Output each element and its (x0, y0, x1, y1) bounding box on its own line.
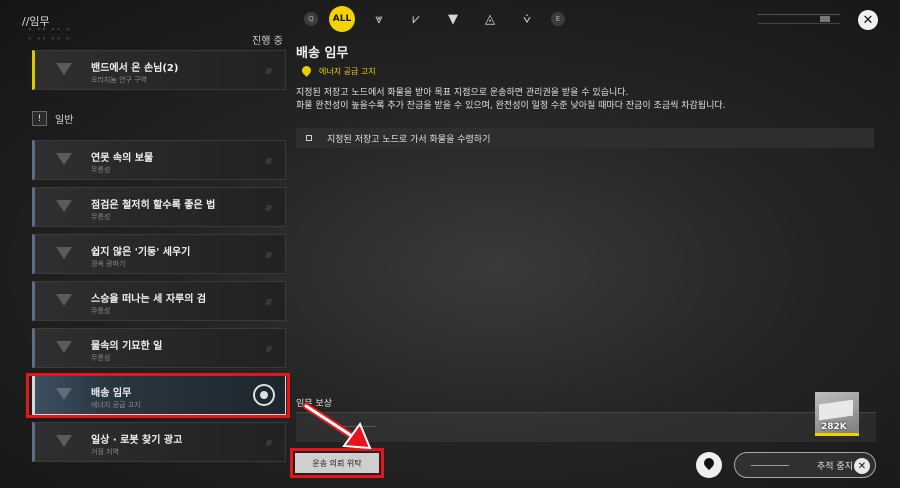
location-label: 에너지 공급 고지 (319, 67, 376, 76)
main-quest-filter-icon[interactable]: ⩔ (366, 6, 392, 32)
location-pin-icon (302, 66, 311, 77)
objective-text: 지정된 저장고 노드로 가서 화물을 수령하기 (327, 134, 491, 145)
quest-subtitle: 무릉성 (91, 307, 111, 315)
slash-deco-icon: //// (265, 157, 273, 165)
quest-emblem-icon (51, 151, 77, 169)
quest-list: 밴드에서 온 손님(2) 오리지늄 연구 구역 //// (32, 50, 286, 97)
quest-location: 에너지 공급 고지 (302, 66, 376, 77)
quest-description: 지정된 저장고 노드에서 화물을 받아 목표 지점으로 운송하면 관리권을 받을… (296, 87, 876, 113)
track-line-deco (751, 464, 789, 466)
reward-strip (296, 412, 876, 442)
quest-subtitle: 무릉성 (91, 213, 111, 221)
quest-card[interactable]: 쉽지 않은 '기둥' 세우기경옥 광파기 //// (32, 234, 286, 274)
search-icon[interactable]: Q (304, 12, 318, 26)
quest-card[interactable]: 물속의 기묘한 일무릉성 //// (32, 328, 286, 368)
description-line: 화물 완전성이 높을수록 추가 잔금을 받을 수 있으며, 완전성이 일정 수준… (296, 101, 726, 111)
slash-deco-icon: //// (265, 345, 273, 353)
quest-card[interactable]: 점검은 철저히 할수록 좋은 법무릉성 //// (32, 187, 286, 227)
section-label: 일반 (55, 115, 74, 126)
quest-card[interactable]: 스승을 떠나는 세 자루의 검무릉성 //// (32, 281, 286, 321)
quest-emblem-icon (51, 245, 77, 263)
in-progress-tab[interactable]: 진행 중 (252, 32, 283, 47)
general-quest-list: 연못 속의 보물 무릉성////점검은 철저히 할수록 좋은 법 무릉성////쉽지… (32, 140, 286, 469)
slash-deco-icon: //// (265, 251, 273, 259)
section-general: ! 일반 (32, 111, 73, 126)
slash-deco-icon: //// (265, 439, 273, 447)
exclamation-icon: ! (32, 111, 47, 126)
quest-subtitle: 무릉성 (91, 354, 111, 362)
quest-subtitle: 무릉성 (91, 166, 111, 174)
close-button[interactable]: ✕ (858, 10, 878, 30)
quest-emblem-icon (51, 292, 77, 310)
quest-subtitle: 에너지 공급 고지 (91, 401, 141, 409)
quest-title: 쉽지 않은 '기둥' 세우기 (91, 247, 191, 258)
all-filter-icon[interactable]: ALL (329, 6, 355, 32)
quest-card-pinned[interactable]: 밴드에서 온 손님(2) 오리지늄 연구 구역 //// (32, 50, 286, 90)
quest-title: 점검은 철저히 할수록 좋은 법 (91, 200, 216, 211)
reward-item[interactable]: 282K (815, 392, 859, 436)
quest-filter-bar: Q ALL ⩔ ⩗ ▼ ◬ ⩒ E (304, 6, 576, 32)
quest-subtitle: 거점 지역 (91, 448, 119, 456)
quest-card[interactable]: 일상 · 로봇 찾기 광고거점 지역 //// (32, 422, 286, 462)
quest-subtitle: 오리지늄 연구 구역 (91, 76, 147, 84)
currency-bundle-icon (819, 399, 853, 421)
quest-title: 연못 속의 보물 (91, 153, 154, 164)
commission-filter-icon[interactable]: ▼ (440, 6, 466, 32)
stop-tracking-label: 추적 중지 (817, 461, 853, 472)
close-icon: ✕ (862, 12, 874, 28)
stop-tracking-button[interactable]: 추적 중지 ✕ (734, 452, 876, 478)
quest-emblem-icon (51, 339, 77, 357)
quest-detail-title: 배송 임무 (296, 46, 349, 61)
quest-emblem-icon (51, 433, 77, 451)
quest-objective: 지정된 저장고 노드로 가서 화물을 수령하기 (296, 128, 874, 148)
map-pin-button[interactable] (696, 452, 722, 478)
tracking-target-icon[interactable] (253, 384, 275, 406)
quest-title: 일상 · 로봇 찾기 광고 (91, 435, 183, 446)
quest-title: 밴드에서 온 손님(2) (91, 63, 179, 74)
quest-subtitle: 경옥 광파기 (91, 260, 126, 268)
e-filter-icon[interactable]: E (551, 12, 565, 26)
top-bar: //임무 ⸬⸬⸬ Q ALL ⩔ ⩗ ▼ ◬ ⩒ E ✕ (0, 0, 900, 43)
annotation-arrow-icon (302, 402, 372, 450)
objective-checkbox-icon (306, 135, 312, 141)
event-filter-icon[interactable]: ⩒ (514, 6, 540, 32)
header-deco-bar (758, 14, 840, 24)
daily-filter-icon[interactable]: ◬ (477, 6, 503, 32)
delivery-request-button[interactable]: 운송 의뢰 위탁 (295, 453, 379, 473)
quest-emblem-icon (51, 198, 77, 216)
header-decoration: ⸬⸬⸬ (28, 25, 72, 43)
reward-amount: 282K (821, 422, 847, 432)
quest-title: 배송 임무 (91, 388, 132, 399)
quest-emblem-icon (51, 61, 77, 79)
slash-deco-icon: //// (265, 204, 273, 212)
description-line: 지정된 저장고 노드에서 화물을 받아 목표 지점으로 운송하면 관리권을 받을… (296, 88, 629, 98)
close-icon: ✕ (854, 458, 870, 474)
quest-title: 물속의 기묘한 일 (91, 341, 163, 352)
quest-detail-panel: 배송 임무 에너지 공급 고지 지정된 저장고 노드에서 화물을 받아 목표 지… (296, 42, 876, 148)
quest-card-selected[interactable]: 배송 임무에너지 공급 고지 (32, 375, 286, 415)
side-quest-filter-icon[interactable]: ⩗ (403, 6, 429, 32)
quest-emblem-icon (51, 386, 77, 404)
quest-card[interactable]: 연못 속의 보물무릉성 //// (32, 140, 286, 180)
slash-deco-icon: //// (265, 67, 273, 75)
quest-title: 스승을 떠나는 세 자루의 검 (91, 294, 207, 305)
slash-deco-icon: //// (265, 298, 273, 306)
